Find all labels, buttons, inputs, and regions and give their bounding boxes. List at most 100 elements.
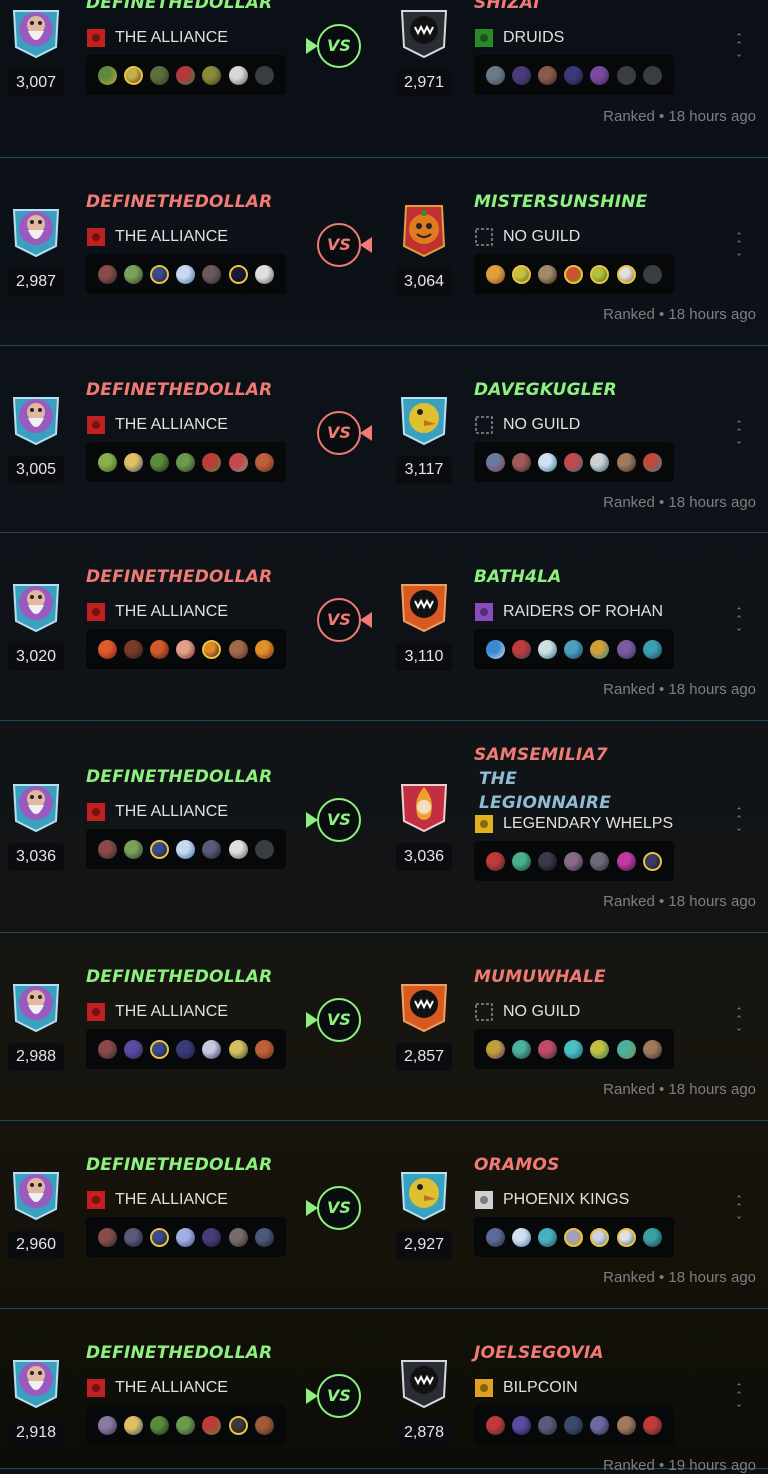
- team-card-icon[interactable]: [564, 264, 584, 284]
- expand-details-icon[interactable]: ⌃ ⌃ ⌃: [735, 232, 743, 258]
- team-card-icon[interactable]: [590, 1415, 610, 1435]
- player-name[interactable]: DEFINETHEDOLLAR: [86, 567, 272, 587]
- team-card-icon[interactable]: [590, 1039, 610, 1059]
- expand-details-icon[interactable]: ⌃ ⌃ ⌃: [735, 420, 743, 446]
- team-card-icon[interactable]: [511, 851, 531, 871]
- wizard-avatar[interactable]: [8, 202, 64, 258]
- team-card-icon[interactable]: [642, 1415, 662, 1435]
- team-card-icon[interactable]: [485, 851, 505, 871]
- team-card-icon[interactable]: [511, 639, 531, 659]
- guild-info[interactable]: NO GUILD: [474, 414, 580, 436]
- wizard-avatar[interactable]: [8, 577, 64, 633]
- wizard-avatar[interactable]: [8, 777, 64, 833]
- team-card-icon[interactable]: [537, 65, 557, 85]
- team-card-icon[interactable]: [97, 264, 117, 284]
- player-name-text[interactable]: DEFINETHEDOLLAR: [86, 967, 272, 987]
- team-card-icon[interactable]: [202, 264, 222, 284]
- team-card-icon[interactable]: [590, 65, 610, 85]
- team-card-icon[interactable]: [642, 639, 662, 659]
- player-name[interactable]: DEFINETHEDOLLAR: [86, 380, 272, 400]
- team-card-icon[interactable]: [123, 839, 143, 859]
- team-card-icon[interactable]: [202, 452, 222, 472]
- team-card-icon[interactable]: [616, 264, 636, 284]
- wizard-avatar[interactable]: [8, 1165, 64, 1221]
- guild-info[interactable]: THE ALLIANCE: [86, 226, 228, 248]
- team-card-icon[interactable]: [511, 1227, 531, 1247]
- team-card-icon[interactable]: [123, 1039, 143, 1059]
- player-name[interactable]: DEFINETHEDOLLAR: [86, 767, 272, 787]
- vs-badge[interactable]: VS: [316, 222, 372, 268]
- team-card-icon[interactable]: [254, 264, 274, 284]
- team-lineup[interactable]: [474, 629, 674, 669]
- player-name[interactable]: JOELSEGOVIA: [474, 1343, 604, 1363]
- vs-badge[interactable]: VS: [316, 410, 372, 456]
- team-card-icon[interactable]: [537, 1227, 557, 1247]
- team-lineup[interactable]: [474, 442, 674, 482]
- team-lineup[interactable]: [86, 629, 286, 669]
- vs-badge[interactable]: VS: [306, 23, 362, 69]
- team-lineup[interactable]: [474, 1405, 674, 1445]
- player-name[interactable]: DEFINETHEDOLLAR: [86, 0, 272, 13]
- team-card-icon[interactable]: [228, 1415, 248, 1435]
- team-card-icon[interactable]: [642, 264, 662, 284]
- player-name-text[interactable]: DEFINETHEDOLLAR: [86, 380, 272, 400]
- team-card-icon[interactable]: [485, 1227, 505, 1247]
- player-name-text[interactable]: SHIZAI: [474, 0, 540, 13]
- player-name[interactable]: MUMUWHALE: [474, 967, 606, 987]
- team-card-icon[interactable]: [149, 1227, 169, 1247]
- player-name-text[interactable]: SAMSEMILIA7: [474, 745, 608, 765]
- team-card-icon[interactable]: [254, 1227, 274, 1247]
- wizard-avatar[interactable]: [8, 1353, 64, 1409]
- vs-badge[interactable]: VS: [306, 1373, 362, 1419]
- battle-row[interactable]: 3,007 DEFINETHEDOLLAR THE ALLIANCE 2,971 SH…: [0, 0, 768, 158]
- team-card-icon[interactable]: [537, 264, 557, 284]
- guild-info[interactable]: THE ALLIANCE: [86, 601, 228, 623]
- team-card-icon[interactable]: [590, 452, 610, 472]
- player-name-text[interactable]: DEFINETHEDOLLAR: [86, 1155, 272, 1175]
- team-card-icon[interactable]: [149, 65, 169, 85]
- team-card-icon[interactable]: [149, 1415, 169, 1435]
- team-card-icon[interactable]: [123, 65, 143, 85]
- player-name-text[interactable]: JOELSEGOVIA: [474, 1343, 604, 1363]
- team-card-icon[interactable]: [176, 1227, 196, 1247]
- battle-row[interactable]: 2,960 DEFINETHEDOLLAR THE ALLIANCE 2,927 OR…: [0, 1121, 768, 1309]
- team-card-icon[interactable]: [254, 639, 274, 659]
- team-card-icon[interactable]: [537, 851, 557, 871]
- team-lineup[interactable]: [474, 841, 674, 881]
- team-card-icon[interactable]: [123, 264, 143, 284]
- team-card-icon[interactable]: [202, 839, 222, 859]
- team-card-icon[interactable]: [485, 639, 505, 659]
- team-card-icon[interactable]: [149, 1039, 169, 1059]
- team-card-icon[interactable]: [228, 264, 248, 284]
- team-lineup[interactable]: [86, 829, 286, 869]
- expand-details-icon[interactable]: ⌃ ⌃ ⌃: [735, 33, 743, 59]
- team-card-icon[interactable]: [537, 452, 557, 472]
- player-name[interactable]: DEFINETHEDOLLAR: [86, 192, 272, 212]
- player-name[interactable]: BATH4LA: [474, 567, 562, 587]
- team-card-icon[interactable]: [202, 1039, 222, 1059]
- team-card-icon[interactable]: [642, 1039, 662, 1059]
- guild-info[interactable]: RAIDERS OF ROHAN: [474, 601, 663, 623]
- player-name[interactable]: DEFINETHEDOLLAR: [86, 1343, 272, 1363]
- team-card-icon[interactable]: [97, 1039, 117, 1059]
- team-card-icon[interactable]: [642, 452, 662, 472]
- team-card-icon[interactable]: [228, 1039, 248, 1059]
- team-card-icon[interactable]: [511, 1415, 531, 1435]
- player-name-text[interactable]: BATH4LA: [474, 567, 562, 587]
- player-name[interactable]: MISTERSUNSHINE: [474, 192, 648, 212]
- team-card-icon[interactable]: [590, 1227, 610, 1247]
- player-name-text[interactable]: DEFINETHEDOLLAR: [86, 567, 272, 587]
- team-card-icon[interactable]: [202, 639, 222, 659]
- team-lineup[interactable]: [86, 55, 286, 95]
- team-card-icon[interactable]: [176, 639, 196, 659]
- team-card-icon[interactable]: [123, 452, 143, 472]
- team-card-icon[interactable]: [97, 65, 117, 85]
- team-lineup[interactable]: [86, 1405, 286, 1445]
- player-name-text[interactable]: DAVEGKUGLER: [474, 380, 617, 400]
- team-card-icon[interactable]: [616, 65, 636, 85]
- team-card-icon[interactable]: [202, 1415, 222, 1435]
- team-card-icon[interactable]: [228, 1227, 248, 1247]
- vs-badge[interactable]: VS: [306, 997, 362, 1043]
- team-lineup[interactable]: [86, 1029, 286, 1069]
- player-name[interactable]: DAVEGKUGLER: [474, 380, 617, 400]
